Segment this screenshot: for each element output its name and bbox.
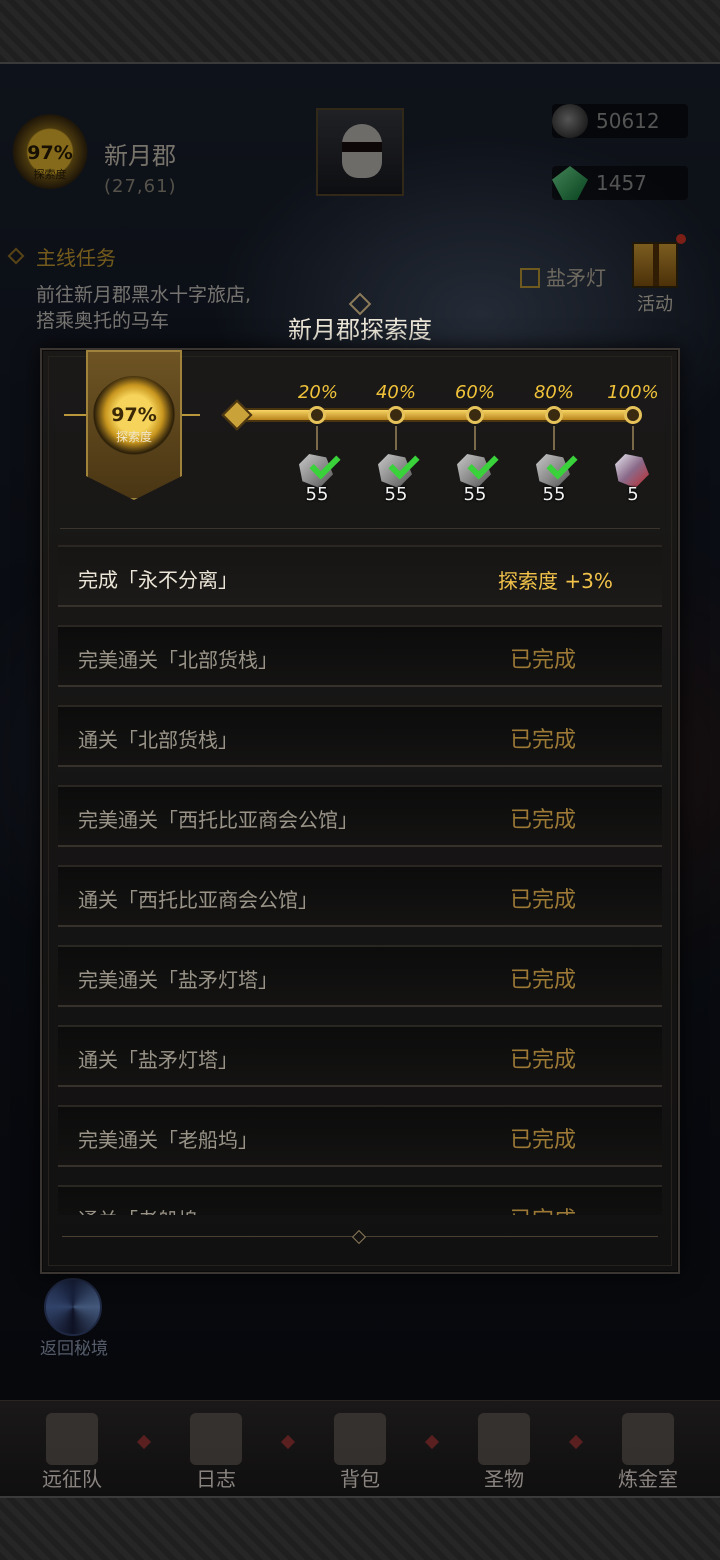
milestone-node — [545, 406, 563, 424]
reward-count: 5 — [627, 484, 639, 505]
milestone-stem — [395, 426, 397, 450]
task-text: 通关「北部货栈」 — [78, 728, 238, 752]
task-text: 通关「老船坞」 — [78, 1204, 218, 1215]
nav-journal[interactable]: 日志 — [144, 1401, 288, 1497]
nav-expedition-label: 远征队 — [42, 1467, 102, 1491]
milestone-node — [466, 406, 484, 424]
milestone-stem — [553, 426, 555, 450]
task-text: 完美通关「西托比亚商会公馆」 — [78, 808, 358, 832]
task-status: 已完成 — [510, 808, 577, 833]
crystal-icon — [615, 454, 649, 488]
nav-relic-label: 圣物 — [484, 1467, 524, 1491]
milestone-stem — [474, 426, 476, 450]
milestone-node — [308, 406, 326, 424]
panel-divider — [60, 528, 660, 529]
milestone-reward[interactable]: 55 — [372, 448, 420, 505]
journal-icon — [190, 1413, 242, 1465]
task-status: 已完成 — [510, 648, 577, 673]
reward-count: 55 — [384, 484, 408, 505]
task-status: 已完成 — [510, 1048, 577, 1073]
task-text: 完美通关「老船坞」 — [78, 1128, 258, 1152]
milestone-reward[interactable]: 55 — [451, 448, 499, 505]
task-row[interactable]: 完美通关「盐矛灯塔」 已完成 — [58, 945, 662, 1007]
nav-expedition[interactable]: 远征队 — [0, 1401, 144, 1497]
reward-count: 55 — [463, 484, 487, 505]
task-reward: 探索度 +3% — [498, 569, 613, 593]
reward-count: 55 — [542, 484, 566, 505]
task-row[interactable]: 完美通关「北部货栈」 已完成 — [58, 625, 662, 687]
task-list[interactable]: 完成「永不分离」 探索度 +3% 完美通关「北部货栈」 已完成 通关「北部货栈」… — [58, 545, 662, 1215]
nav-backpack-label: 背包 — [340, 1467, 380, 1491]
milestone-pct: 40% — [375, 382, 416, 403]
exploration-progress-track — [236, 408, 634, 422]
nav-backpack[interactable]: 背包 — [288, 1401, 432, 1497]
task-status: 已完成 — [510, 888, 577, 913]
task-status: 已完成 — [510, 1128, 577, 1153]
task-text: 通关「盐矛灯塔」 — [78, 1048, 238, 1072]
task-row[interactable]: 通关「老船坞」 已完成 — [58, 1185, 662, 1215]
task-text: 完成「永不分离」 — [78, 568, 238, 592]
nav-journal-label: 日志 — [196, 1467, 236, 1491]
nav-relic[interactable]: 圣物 — [432, 1401, 576, 1497]
relic-icon — [478, 1413, 530, 1465]
milestone-stem — [316, 426, 318, 450]
task-row[interactable]: 通关「西托比亚商会公馆」 已完成 — [58, 865, 662, 927]
top-frame — [0, 0, 720, 64]
modal-title: 新月郡探索度 — [288, 316, 432, 344]
milestone-node — [387, 406, 405, 424]
reward-count: 55 — [305, 484, 329, 505]
milestone-pct: 100% — [607, 382, 659, 403]
task-row[interactable]: 完美通关「西托比亚商会公馆」 已完成 — [58, 785, 662, 847]
task-text: 完美通关「北部货栈」 — [78, 648, 278, 672]
milestone-pct: 80% — [533, 382, 574, 403]
task-row[interactable]: 完美通关「老船坞」 已完成 — [58, 1105, 662, 1167]
task-row[interactable]: 通关「北部货栈」 已完成 — [58, 705, 662, 767]
milestone-reward[interactable]: 55 — [293, 448, 341, 505]
exploration-badge: 97% 探索度 — [92, 376, 176, 460]
task-row[interactable]: 通关「盐矛灯塔」 已完成 — [58, 1025, 662, 1087]
bottom-frame — [0, 1496, 720, 1560]
task-text: 通关「西托比亚商会公馆」 — [78, 888, 318, 912]
nav-alchemy-label: 炼金室 — [618, 1467, 678, 1491]
badge-label: 探索度 — [115, 430, 152, 444]
milestone-pct: 20% — [297, 382, 338, 403]
task-status: 已完成 — [510, 968, 577, 993]
task-row[interactable]: 完成「永不分离」 探索度 +3% — [58, 545, 662, 607]
milestone-stem — [632, 426, 634, 450]
milestone-reward[interactable]: 5 — [609, 450, 657, 505]
milestone-pct: 60% — [454, 382, 495, 403]
nav-alchemy[interactable]: 炼金室 — [576, 1401, 720, 1497]
milestone-reward[interactable]: 55 — [530, 448, 578, 505]
milestone-node — [624, 406, 642, 424]
bottom-nav: 远征队 日志 背包 圣物 炼金室 — [0, 1400, 720, 1496]
task-status: 已完成 — [510, 1202, 576, 1215]
backpack-icon — [334, 1413, 386, 1465]
badge-pct: 97% — [111, 404, 157, 426]
horned-helmet-icon — [46, 1413, 98, 1465]
task-text: 完美通关「盐矛灯塔」 — [78, 968, 278, 992]
alchemy-icon — [622, 1413, 674, 1465]
task-status: 已完成 — [510, 728, 577, 753]
